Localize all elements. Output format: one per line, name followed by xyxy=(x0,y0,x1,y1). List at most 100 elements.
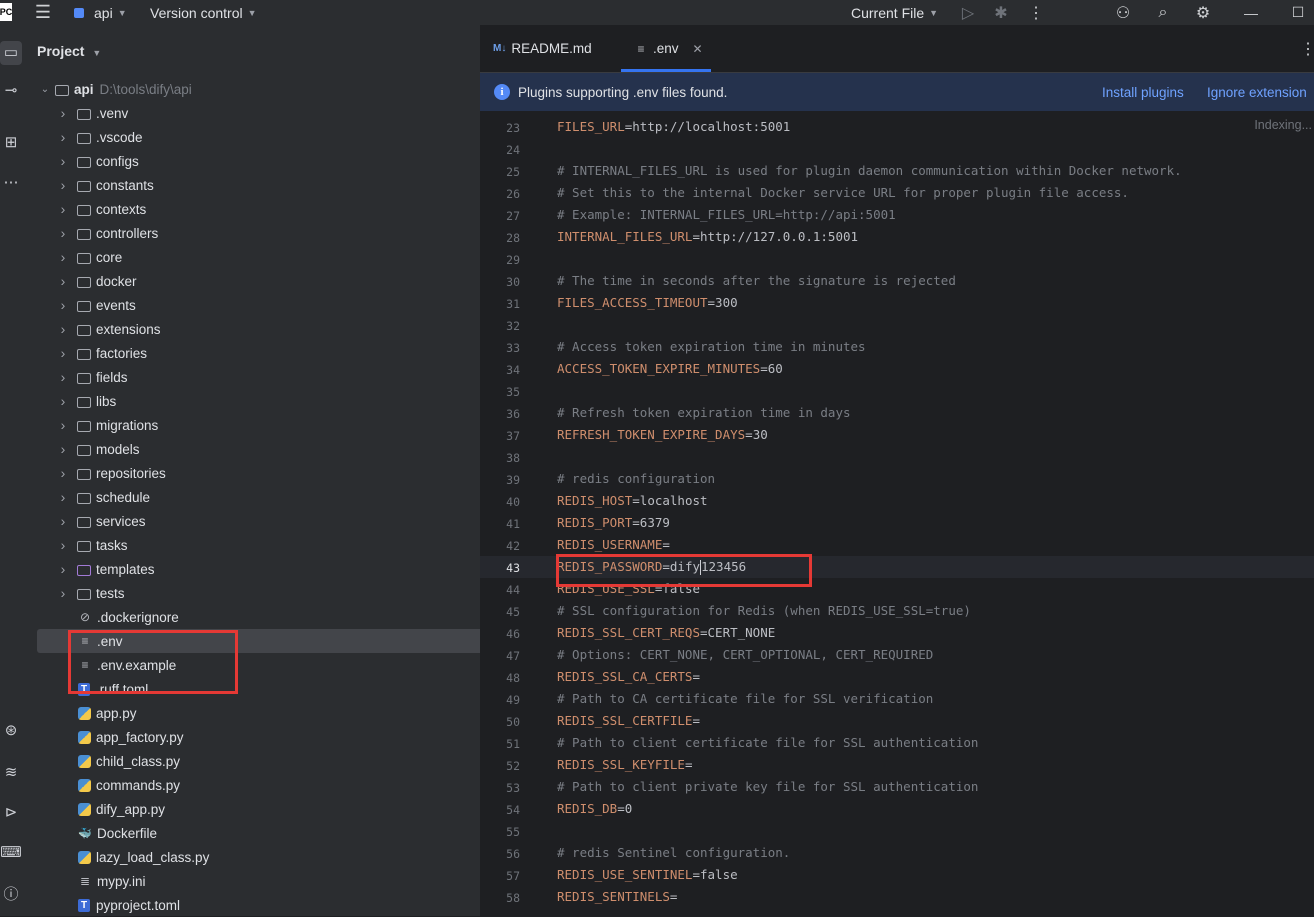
maximize-icon[interactable]: ☐ xyxy=(1287,0,1309,25)
more-tools-icon[interactable]: ⋯ xyxy=(0,173,22,191)
chevron-right-icon[interactable]: › xyxy=(57,177,69,193)
run-config-selector[interactable]: Current File ▼ xyxy=(851,0,938,25)
line-number: 40 xyxy=(506,495,520,509)
layers-icon[interactable]: ≋ xyxy=(0,763,22,781)
tree-folder[interactable]: › .venv xyxy=(37,101,488,125)
project-folder-icon[interactable]: ▭ xyxy=(0,41,22,65)
chevron-down-icon[interactable]: ⌄ xyxy=(39,84,51,95)
code-line: REDIS_DB=0 xyxy=(557,801,632,816)
run-icon[interactable]: ▷ xyxy=(958,0,978,25)
tab-readme[interactable]: M↓ README.md xyxy=(493,25,592,72)
chevron-right-icon[interactable]: › xyxy=(57,441,69,457)
tree-folder[interactable]: › schedule xyxy=(37,485,488,509)
tree-folder[interactable]: › repositories xyxy=(37,461,488,485)
tree-folder[interactable]: › models xyxy=(37,437,488,461)
tree-folder[interactable]: › extensions xyxy=(37,317,488,341)
more-actions-icon[interactable]: ⋮ xyxy=(1026,0,1046,25)
services-icon[interactable]: ⊳ xyxy=(0,803,22,821)
chevron-right-icon[interactable]: › xyxy=(57,201,69,217)
tree-folder[interactable]: › configs xyxy=(37,149,488,173)
tree-folder[interactable]: › docker xyxy=(37,269,488,293)
chevron-right-icon[interactable]: › xyxy=(57,105,69,121)
tree-folder[interactable]: › contexts xyxy=(37,197,488,221)
tree-folder[interactable]: › constants xyxy=(37,173,488,197)
settings-icon[interactable]: ⚙ xyxy=(1192,0,1214,25)
project-switcher[interactable]: api ▼ xyxy=(74,0,127,25)
main-menu-icon[interactable]: ☰ xyxy=(30,0,56,25)
project-panel-header[interactable]: Project ▼ xyxy=(37,43,101,59)
chevron-right-icon[interactable]: › xyxy=(57,393,69,409)
tree-folder[interactable]: › libs xyxy=(37,389,488,413)
chevron-right-icon[interactable]: › xyxy=(57,585,69,601)
chevron-right-icon[interactable]: › xyxy=(57,489,69,505)
code-comment: # Access token expiration time in minute… xyxy=(557,339,866,354)
chevron-down-icon: ▼ xyxy=(929,7,939,18)
tree-file[interactable]: app_factory.py xyxy=(37,725,509,749)
chevron-right-icon[interactable]: › xyxy=(57,273,69,289)
code-line: # SSL configuration for Redis (when REDI… xyxy=(557,603,971,618)
code-comment: # Refresh token expiration time in days xyxy=(557,405,851,420)
tree-file[interactable]: dify_app.py xyxy=(37,797,509,821)
python-packages-icon[interactable]: ⊛ xyxy=(0,721,22,739)
tree-file[interactable]: app.py xyxy=(37,701,509,725)
code-comment: # Example: INTERNAL_FILES_URL=http://api… xyxy=(557,207,896,222)
tree-file[interactable]: 🐳 Dockerfile xyxy=(37,821,509,845)
debug-icon[interactable]: ✱ xyxy=(991,0,1011,25)
tree-folder[interactable]: › tasks xyxy=(37,533,488,557)
tree-folder[interactable]: › tests xyxy=(37,581,488,605)
search-icon[interactable]: ⌕ xyxy=(1152,0,1174,25)
chevron-right-icon[interactable]: › xyxy=(57,225,69,241)
add-user-icon[interactable]: ⚇ xyxy=(1112,0,1134,25)
chevron-right-icon[interactable]: › xyxy=(57,369,69,385)
code-line: # Path to CA certificate file for SSL ve… xyxy=(557,691,933,706)
env-equals: = xyxy=(692,713,700,728)
install-plugins-link[interactable]: Install plugins xyxy=(1102,73,1184,111)
chevron-right-icon[interactable]: › xyxy=(57,537,69,553)
line-number: 53 xyxy=(506,781,520,795)
terminal-icon[interactable]: ⌨ xyxy=(0,843,22,861)
tree-folder[interactable]: › factories xyxy=(37,341,488,365)
tab-options-icon[interactable]: ⋮ xyxy=(1300,25,1314,72)
line-number: 54 xyxy=(506,803,520,817)
chevron-right-icon[interactable]: › xyxy=(57,561,69,577)
tree-folder[interactable]: › fields xyxy=(37,365,488,389)
chevron-right-icon[interactable]: › xyxy=(57,465,69,481)
commit-icon[interactable]: ⊸ xyxy=(0,81,22,99)
chevron-right-icon[interactable]: › xyxy=(57,345,69,361)
notice-text: Plugins supporting .env files found. xyxy=(518,84,728,100)
tree-item-label: factories xyxy=(96,345,148,361)
chevron-right-icon[interactable]: › xyxy=(57,321,69,337)
tree-file[interactable]: commands.py xyxy=(37,773,509,797)
chevron-right-icon[interactable]: › xyxy=(57,297,69,313)
tree-folder[interactable]: › controllers xyxy=(37,221,488,245)
structure-icon[interactable]: ⊞ xyxy=(0,133,22,151)
tree-file[interactable]: Tpyproject.toml xyxy=(37,893,509,917)
folder-icon xyxy=(77,156,91,168)
tree-file[interactable]: ⊘ .dockerignore xyxy=(37,605,509,629)
close-icon[interactable]: ✕ xyxy=(693,42,703,56)
python-icon xyxy=(78,730,91,744)
chevron-right-icon[interactable]: › xyxy=(57,153,69,169)
tree-folder[interactable]: › .vscode xyxy=(37,125,488,149)
tree-item-label: mypy.ini xyxy=(97,873,146,889)
minimize-icon[interactable]: — xyxy=(1240,0,1262,25)
tree-file[interactable]: ≣ mypy.ini xyxy=(37,869,509,893)
tab-env[interactable]: ≡ .env ✕ xyxy=(621,25,711,72)
chevron-right-icon[interactable]: › xyxy=(57,513,69,529)
version-control-menu[interactable]: Version control ▼ xyxy=(150,0,257,25)
tree-file[interactable]: child_class.py xyxy=(37,749,509,773)
ignore-extension-link[interactable]: Ignore extension xyxy=(1207,73,1307,111)
problems-icon[interactable]: ⓘ xyxy=(0,883,22,904)
tree-folder[interactable]: › migrations xyxy=(37,413,488,437)
tree-file[interactable]: lazy_load_class.py xyxy=(37,845,509,869)
chevron-right-icon[interactable]: › xyxy=(57,249,69,265)
chevron-right-icon[interactable]: › xyxy=(57,417,69,433)
env-value: localhost xyxy=(639,493,708,508)
tree-root-api[interactable]: ⌄ api D:\tools\dify\api xyxy=(37,77,470,101)
tree-folder[interactable]: › templates xyxy=(37,557,488,581)
tree-folder[interactable]: › services xyxy=(37,509,488,533)
tree-folder[interactable]: › core xyxy=(37,245,488,269)
chevron-right-icon[interactable]: › xyxy=(57,129,69,145)
tree-folder[interactable]: › events xyxy=(37,293,488,317)
tree-item-label: constants xyxy=(96,177,154,193)
